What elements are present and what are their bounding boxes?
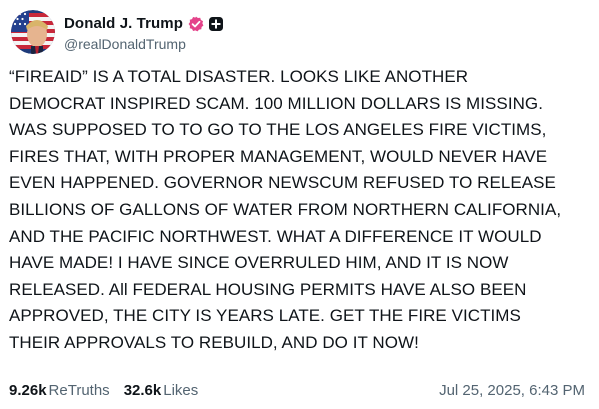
- name-row: Donald J. Trump: [64, 13, 224, 35]
- avatar[interactable]: [11, 10, 55, 54]
- plus-badge-icon: [208, 16, 224, 32]
- verified-badge-icon: [188, 16, 204, 32]
- likes-label: Likes: [163, 381, 199, 399]
- flag-avatar-icon: [11, 10, 55, 54]
- post-text: “FIREAID” IS A TOTAL DISASTER. LOOKS LIK…: [9, 67, 562, 352]
- author-handle[interactable]: @realDonaldTrump: [64, 36, 224, 52]
- truth-post: Donald J. Trump @realDonaldTrump “FIREAI…: [0, 0, 599, 409]
- post-timestamp[interactable]: Jul 25, 2025, 6:43 PM: [439, 382, 585, 399]
- post-footer: 9.26k ReTruths 32.6k Likes Jul 25, 2025,…: [9, 379, 585, 401]
- likes-stat[interactable]: 32.6k Likes: [124, 382, 199, 399]
- retruths-label: ReTruths: [48, 381, 110, 399]
- post-header: Donald J. Trump @realDonaldTrump: [11, 9, 224, 55]
- likes-count: 32.6k: [123, 381, 162, 399]
- author-names: Donald J. Trump @realDonaldTrump: [64, 13, 224, 52]
- display-name[interactable]: Donald J. Trump: [64, 15, 183, 32]
- retruths-count: 9.26k: [9, 381, 47, 399]
- retruths-stat[interactable]: 9.26k ReTruths: [9, 382, 110, 399]
